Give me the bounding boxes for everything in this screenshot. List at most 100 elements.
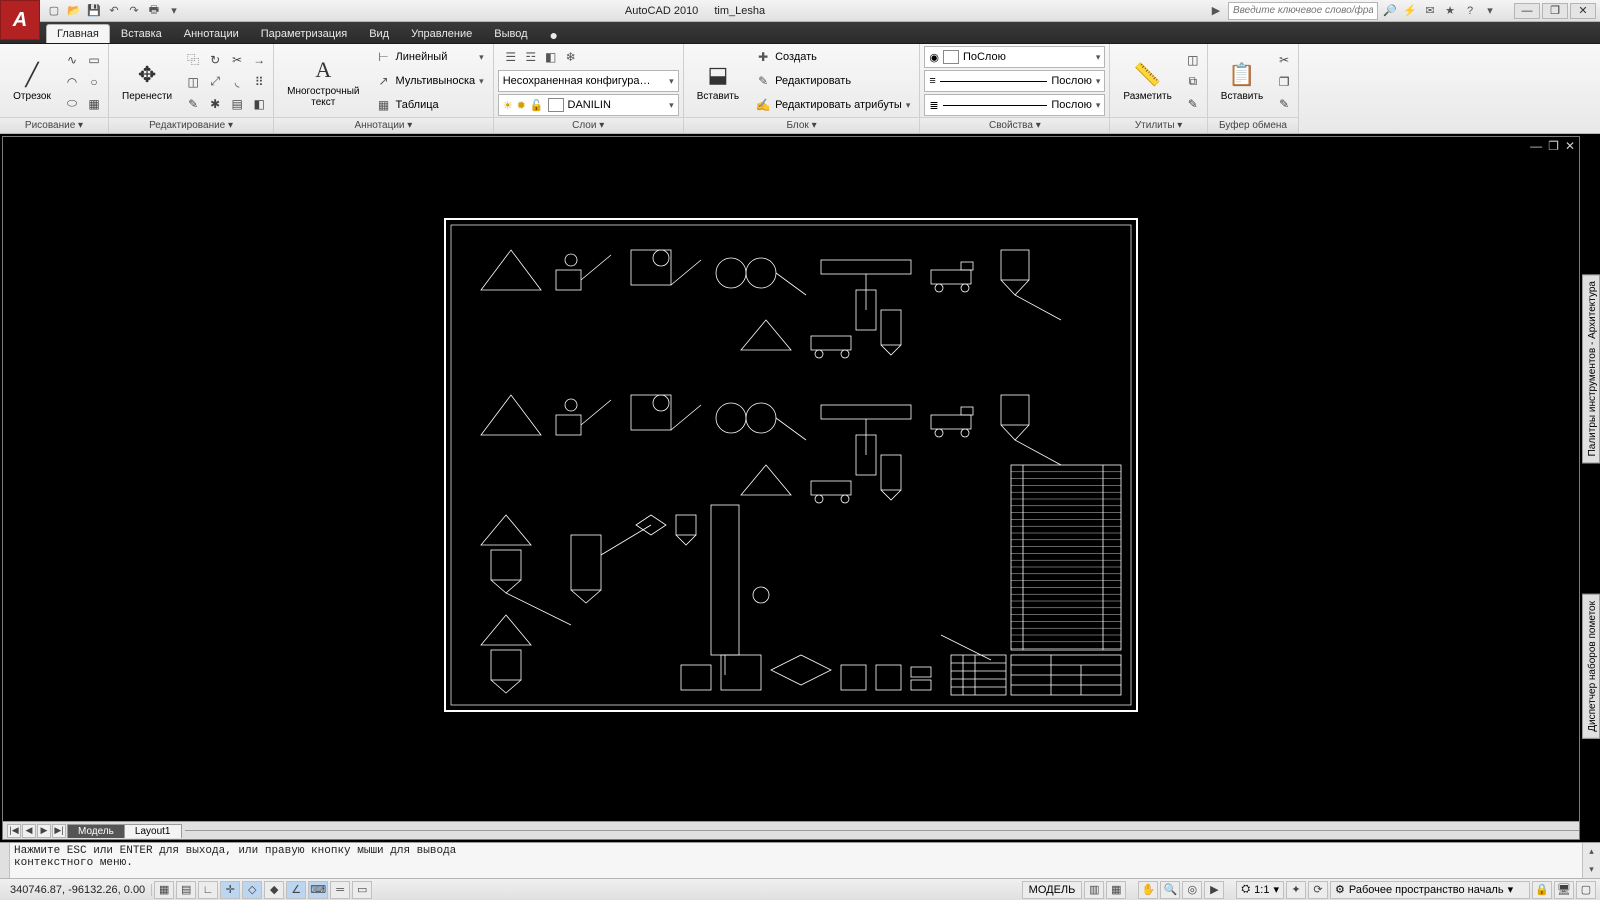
util2-icon[interactable]: ⧉ — [1183, 72, 1203, 92]
quickview-drawings-icon[interactable]: ▦ — [1106, 881, 1126, 899]
hardware-accel-icon[interactable]: 🖥 — [1554, 881, 1574, 899]
scale-icon[interactable]: ⤢ — [205, 72, 225, 92]
tab-view[interactable]: Вид — [358, 24, 400, 43]
command-text[interactable]: Нажмите ESC или ENTER для выхода, или пр… — [10, 843, 1582, 878]
fillet-icon[interactable]: ◟ — [227, 72, 247, 92]
stretch-icon[interactable]: ▤ — [227, 94, 247, 114]
doctab-next-button[interactable]: ▶ — [37, 824, 51, 838]
doctab-layout1[interactable]: Layout1 — [124, 824, 182, 838]
polyline-icon[interactable]: ∿ — [62, 50, 82, 70]
panel-edit-title[interactable]: Редактирование ▾ — [109, 117, 273, 133]
tab-extra[interactable]: ● — [539, 26, 569, 43]
panel-utils-title[interactable]: Утилиты ▾ — [1110, 117, 1206, 133]
annotation-scale-combo[interactable]: ⛭ 1:1 ▾ — [1236, 881, 1284, 899]
block-create-item[interactable]: ✚ Создать — [750, 46, 915, 68]
doc-close-button[interactable]: ✕ — [1565, 139, 1575, 153]
arc-icon[interactable]: ◠ — [62, 72, 82, 92]
hatch-icon[interactable]: ▦ — [84, 94, 104, 114]
maximize-button[interactable]: ❐ — [1542, 3, 1568, 19]
ortho-icon[interactable]: ∟ — [198, 881, 218, 899]
annotation-auto-icon[interactable]: ⟳ — [1308, 881, 1328, 899]
comm-center-icon[interactable]: ✉ — [1422, 3, 1438, 19]
cmd-scroll[interactable]: ▴ ▾ — [1582, 843, 1600, 878]
match-icon[interactable]: ✎ — [1274, 94, 1294, 114]
doctab-prev-button[interactable]: ◀ — [22, 824, 36, 838]
close-button[interactable]: ✕ — [1570, 3, 1596, 19]
tab-home[interactable]: Главная — [46, 24, 110, 43]
quickview-layouts-icon[interactable]: ▥ — [1084, 881, 1104, 899]
util1-icon[interactable]: ◫ — [1183, 50, 1203, 70]
showmotion-icon[interactable]: ▶ — [1204, 881, 1224, 899]
help-dropdown-icon[interactable]: ▾ — [1482, 3, 1498, 19]
drawing-canvas[interactable]: — ❐ ✕ — [3, 137, 1579, 821]
table-item[interactable]: ▦ Таблица — [371, 94, 489, 116]
favorites-icon[interactable]: ★ — [1442, 3, 1458, 19]
print-icon[interactable]: 🖶 — [146, 3, 162, 19]
osnap-icon[interactable]: ◇ — [242, 881, 262, 899]
panel-props-title[interactable]: Свойства ▾ — [920, 117, 1109, 133]
insert-block-button[interactable]: ⬓ Вставить — [688, 46, 748, 117]
minimize-button[interactable]: — — [1514, 3, 1540, 19]
osnap3d-icon[interactable]: ◆ — [264, 881, 284, 899]
palette-tab-markup[interactable]: Диспетчер наборов пометок — [1582, 594, 1600, 739]
panel-draw-title[interactable]: Рисование ▾ — [0, 117, 108, 133]
search-input[interactable] — [1228, 2, 1378, 20]
doc-min-button[interactable]: — — [1530, 139, 1542, 153]
undo-icon[interactable]: ↶ — [106, 3, 122, 19]
cut-icon[interactable]: ✂ — [1274, 50, 1294, 70]
tab-annotations[interactable]: Аннотации — [173, 24, 250, 43]
doctab-model[interactable]: Модель — [67, 824, 125, 838]
pan-icon[interactable]: ✋ — [1138, 881, 1158, 899]
copy-icon[interactable]: ⿻ — [183, 50, 203, 70]
layer-combo[interactable]: ☀ ✹ 🔓 DANILIN ▾ — [498, 94, 679, 116]
erase-icon[interactable]: ✎ — [183, 94, 203, 114]
panel-annot-title[interactable]: Аннотации ▾ — [274, 117, 493, 133]
tab-parametric[interactable]: Параметризация — [250, 24, 358, 43]
move-button[interactable]: ✥ Перенести — [113, 46, 181, 117]
paste-button[interactable]: 📋 Вставить — [1212, 46, 1272, 117]
trim-icon[interactable]: ✂ — [227, 50, 247, 70]
toolbar-lock-icon[interactable]: 🔒 — [1532, 881, 1552, 899]
lineweight-combo[interactable]: ≡ Послою ▾ — [924, 70, 1105, 92]
layer-state-combo[interactable]: Несохраненная конфигурация сл ▾ — [498, 70, 679, 92]
tab-manage[interactable]: Управление — [400, 24, 483, 43]
binoculars-icon[interactable]: 🔎 — [1382, 3, 1398, 19]
mirror-icon[interactable]: ◫ — [183, 72, 203, 92]
doctab-last-button[interactable]: ▶| — [52, 824, 66, 838]
copy-clip-icon[interactable]: ❐ — [1274, 72, 1294, 92]
offset-icon[interactable]: ◧ — [249, 94, 269, 114]
palette-tab-tools[interactable]: Палитры инструментов - Архитектура — [1582, 274, 1600, 463]
polar-icon[interactable]: ✛ — [220, 881, 240, 899]
color-combo[interactable]: ◉ ПоСлою ▾ — [924, 46, 1105, 68]
app-menu-button[interactable]: A — [0, 0, 40, 40]
line-button[interactable]: ╱ Отрезок — [4, 46, 60, 117]
redo-icon[interactable]: ↷ — [126, 3, 142, 19]
mtext-button[interactable]: A Многострочный текст — [278, 46, 368, 117]
qp-icon[interactable]: ▭ — [352, 881, 372, 899]
circle-icon[interactable]: ○ — [84, 72, 104, 92]
workspace-combo[interactable]: ⚙ Рабочее пространство началь ▾ — [1330, 881, 1530, 899]
otrack-icon[interactable]: ∠ — [286, 881, 306, 899]
mleader-item[interactable]: ↗ Мультивыноска ▾ — [371, 70, 489, 92]
panel-layers-title[interactable]: Слои ▾ — [494, 117, 683, 133]
scroll-down-icon[interactable]: ▾ — [1583, 861, 1600, 879]
cmd-handle[interactable] — [0, 843, 10, 878]
linetype-combo[interactable]: ≣ Послою ▾ — [924, 94, 1105, 116]
qat-dropdown-icon[interactable]: ▾ — [166, 3, 182, 19]
save-icon[interactable]: 💾 — [86, 3, 102, 19]
block-attedit-item[interactable]: ✍ Редактировать атрибуты ▾ — [750, 94, 915, 116]
steering-icon[interactable]: ◎ — [1182, 881, 1202, 899]
tab-output[interactable]: Вывод — [483, 24, 538, 43]
dyn-input-icon[interactable]: ⌨ — [308, 881, 328, 899]
doc-max-button[interactable]: ❐ — [1548, 139, 1559, 153]
rect-icon[interactable]: ▭ — [84, 50, 104, 70]
extend-icon[interactable]: → — [249, 50, 269, 70]
snap-grid-icon[interactable]: ▦ — [154, 881, 174, 899]
zoom-icon[interactable]: 🔍 — [1160, 881, 1180, 899]
lw-icon[interactable]: ═ — [330, 881, 350, 899]
rotate-icon[interactable]: ↻ — [205, 50, 225, 70]
block-edit-item[interactable]: ✎ Редактировать — [750, 70, 915, 92]
doctab-first-button[interactable]: |◀ — [7, 824, 21, 838]
layer-props-item[interactable]: ☰ ☲ ◧ ❄ — [498, 46, 679, 68]
dim-linear-item[interactable]: ⊢ Линейный ▾ — [371, 46, 489, 68]
